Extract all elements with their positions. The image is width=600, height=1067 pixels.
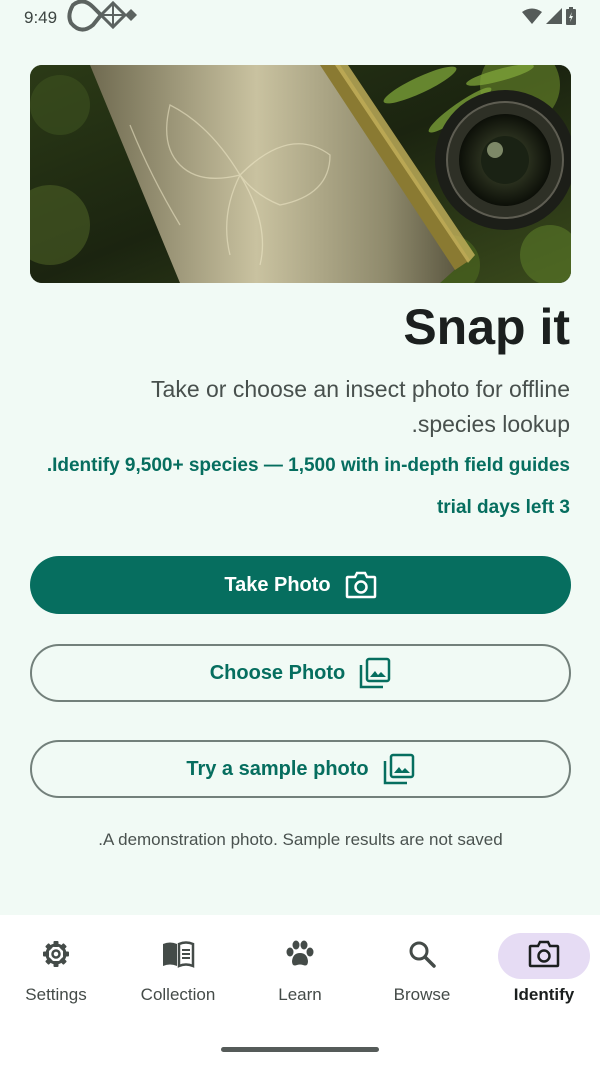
sample-photo-button[interactable]: Try a sample photo	[30, 740, 571, 798]
nav-item-settings[interactable]: Settings	[0, 933, 116, 1013]
nav-icon-wrap	[254, 933, 346, 979]
camera-icon	[345, 569, 377, 601]
page-title: Snap it	[403, 299, 570, 355]
nav-icon-wrap	[10, 933, 102, 979]
trial-days-text: trial days left 3	[436, 497, 570, 518]
nav-icon-wrap	[498, 933, 590, 979]
subtitle-line-2: .species lookup	[411, 411, 570, 437]
subtitle-line-1: Take or choose an insect photo for offli…	[151, 376, 570, 402]
status-bar: 9:49	[0, 0, 600, 36]
status-left: 9:49	[24, 0, 139, 38]
hero-image	[30, 65, 571, 283]
hero-photo-art	[30, 65, 571, 283]
nav-label-learn: Learn	[278, 985, 322, 1004]
take-photo-button[interactable]: Take Photo	[30, 556, 571, 614]
nav-label-browse: Browse	[393, 985, 451, 1004]
bottom-nav: Settings Collection Learn Browse Identif…	[0, 915, 600, 1067]
nav-label-collection: Collection	[140, 985, 216, 1004]
search-icon	[407, 939, 437, 974]
battery-icon	[566, 6, 576, 30]
status-right	[522, 6, 576, 30]
sample-note: .A demonstration photo. Sample results a…	[98, 830, 503, 849]
status-time: 9:49	[24, 8, 58, 27]
choose-photo-label: Choose Photo	[209, 661, 346, 684]
camera-icon	[528, 940, 560, 973]
gear-icon	[41, 939, 71, 974]
wifi-icon	[522, 8, 542, 29]
sample-photo-label: Try a sample photo	[186, 757, 369, 780]
species-tagline: .Identify 9,500+ species — 1,500 with in…	[46, 455, 570, 476]
gallery-icon	[383, 753, 415, 785]
nav-item-learn[interactable]: Learn	[240, 933, 360, 1013]
nav-label-identify: Identify	[513, 985, 575, 1004]
subtitle: Take or choose an insect photo for offli…	[50, 372, 570, 442]
app-notification-icon	[65, 0, 139, 38]
gesture-bar[interactable]	[221, 1047, 379, 1052]
book-icon	[161, 940, 195, 973]
paw-icon	[284, 939, 316, 974]
signal-icon	[546, 7, 562, 29]
nav-item-browse[interactable]: Browse	[362, 933, 482, 1013]
nav-icon-wrap	[376, 933, 468, 979]
nav-label-settings: Settings	[25, 985, 87, 1004]
nav-item-collection[interactable]: Collection	[118, 933, 238, 1013]
gallery-icon	[359, 657, 391, 689]
nav-item-identify[interactable]: Identify	[484, 933, 600, 1013]
choose-photo-button[interactable]: Choose Photo	[30, 644, 571, 702]
nav-icon-wrap	[132, 933, 224, 979]
take-photo-label: Take Photo	[224, 573, 331, 596]
